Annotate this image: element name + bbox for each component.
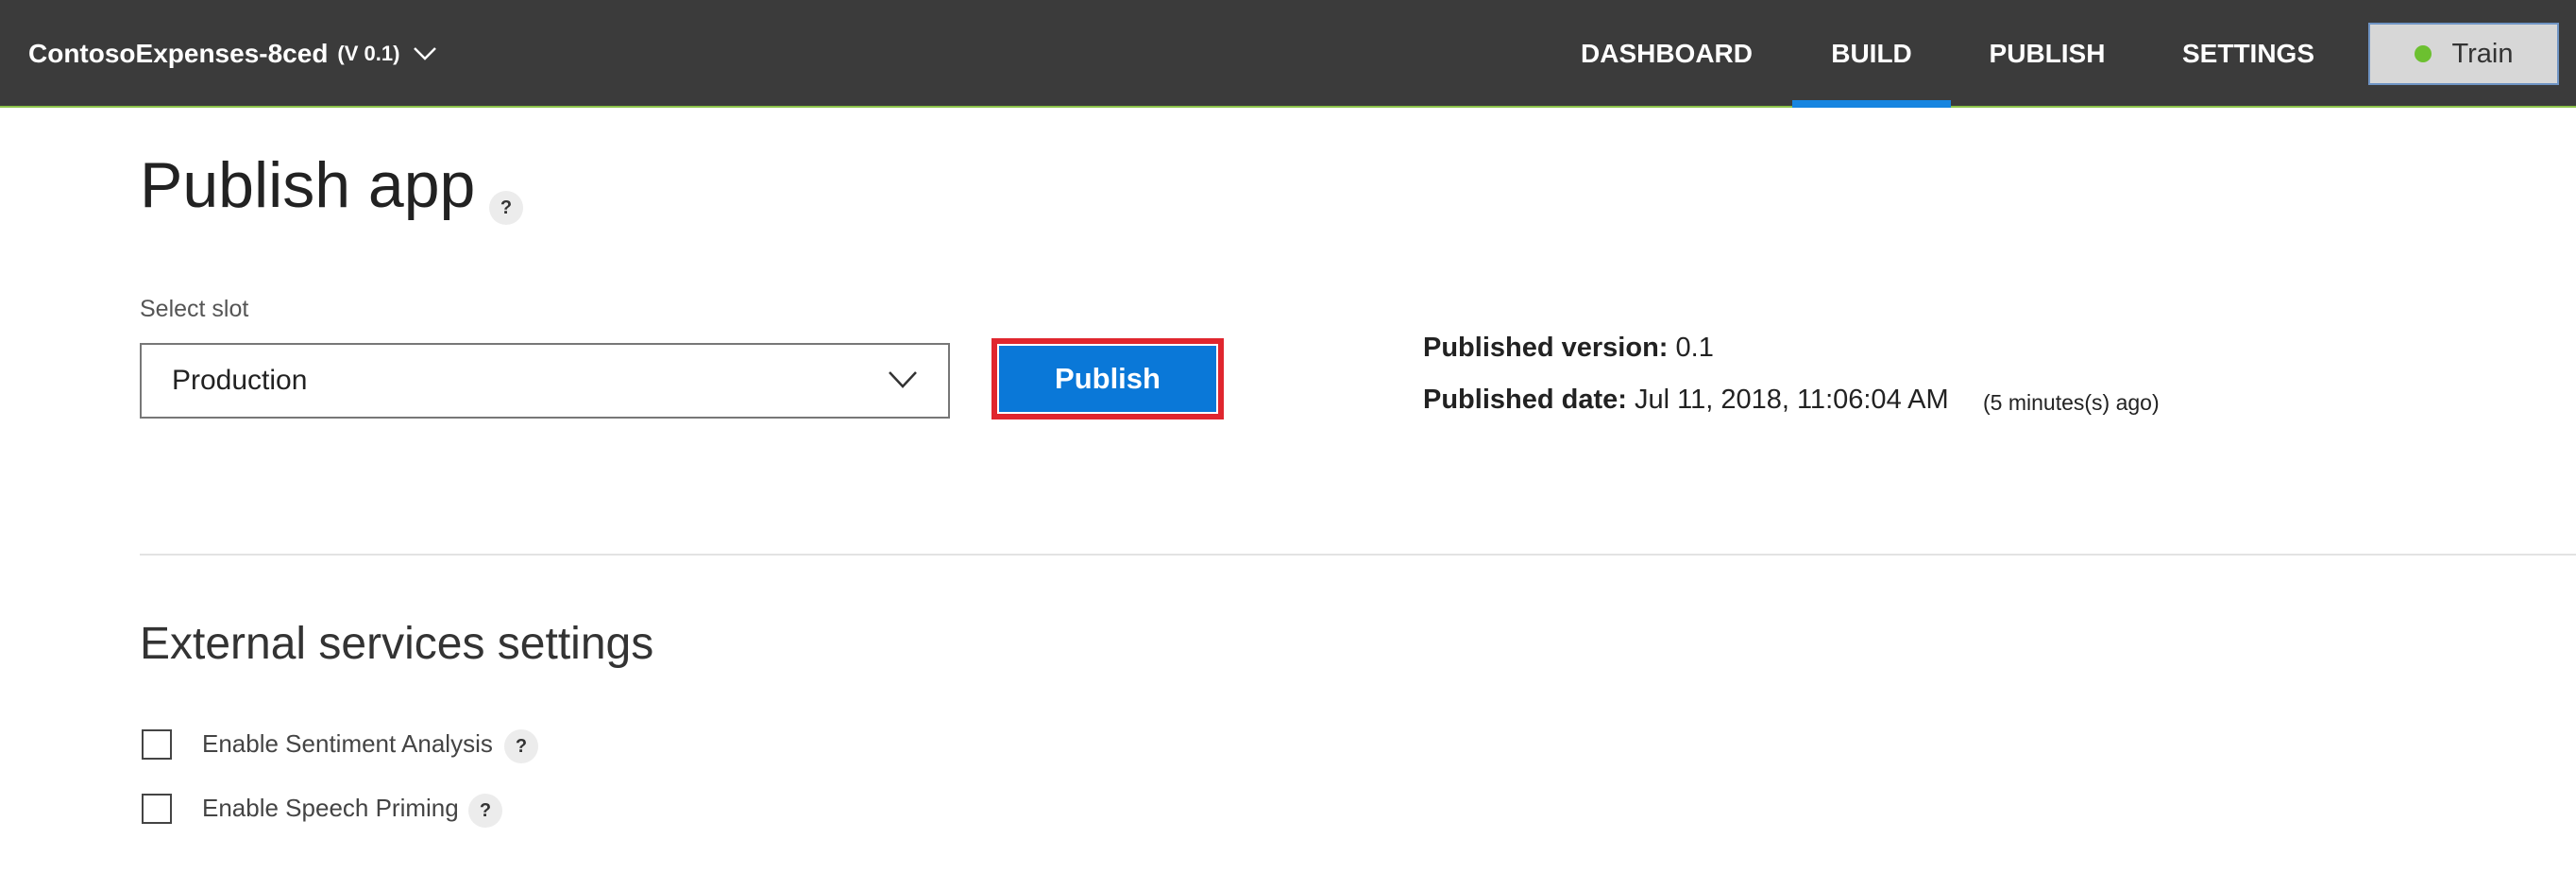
- app-switcher[interactable]: ContosoExpenses-8ced (V 0.1): [28, 0, 437, 108]
- publish-button[interactable]: Publish: [999, 346, 1216, 412]
- page-title: Publish app: [140, 149, 476, 221]
- published-version-value: 0.1: [1675, 333, 1714, 363]
- published-date-label: Published date:: [1423, 385, 1627, 415]
- speech-priming-checkbox[interactable]: [142, 794, 172, 824]
- app-name: ContosoExpenses-8ced: [28, 39, 329, 68]
- tab-build[interactable]: BUILD: [1792, 0, 1951, 108]
- train-button[interactable]: Train: [2368, 23, 2559, 85]
- chevron-down-icon: [413, 46, 437, 61]
- publish-button-highlight: Publish: [991, 338, 1224, 419]
- published-version-label: Published version:: [1423, 333, 1669, 363]
- sentiment-analysis-checkbox[interactable]: [142, 729, 172, 760]
- published-version: Published version: 0.1: [1423, 333, 1714, 364]
- published-date-value: Jul 11, 2018, 11:06:04 AM: [1634, 385, 1949, 415]
- published-date: Published date: Jul 11, 2018, 11:06:04 A…: [1423, 385, 1949, 416]
- train-label: Train: [2451, 38, 2514, 69]
- slot-select-dropdown[interactable]: Production: [140, 343, 950, 419]
- app-version: (V 0.1): [337, 42, 400, 65]
- status-dot-icon: [2414, 45, 2432, 62]
- section-divider: [140, 554, 2576, 556]
- external-services-title: External services settings: [140, 619, 654, 669]
- tab-publish[interactable]: PUBLISH: [1972, 0, 2123, 108]
- tab-dashboard[interactable]: DASHBOARD: [1568, 0, 1766, 108]
- help-icon[interactable]: ?: [468, 794, 502, 828]
- chevron-down-icon: [888, 369, 918, 390]
- select-slot-label: Select slot: [140, 296, 249, 322]
- published-relative-time: (5 minutes(s) ago): [1983, 390, 2160, 415]
- tab-settings[interactable]: SETTINGS: [2170, 0, 2327, 108]
- slot-selected-value: Production: [172, 365, 308, 396]
- sentiment-analysis-label[interactable]: Enable Sentiment Analysis: [202, 729, 493, 759]
- top-nav-bar: ContosoExpenses-8ced (V 0.1) DASHBOARD B…: [0, 0, 2576, 108]
- help-icon[interactable]: ?: [504, 729, 538, 763]
- help-icon[interactable]: ?: [489, 191, 523, 225]
- speech-priming-label[interactable]: Enable Speech Priming: [202, 794, 459, 823]
